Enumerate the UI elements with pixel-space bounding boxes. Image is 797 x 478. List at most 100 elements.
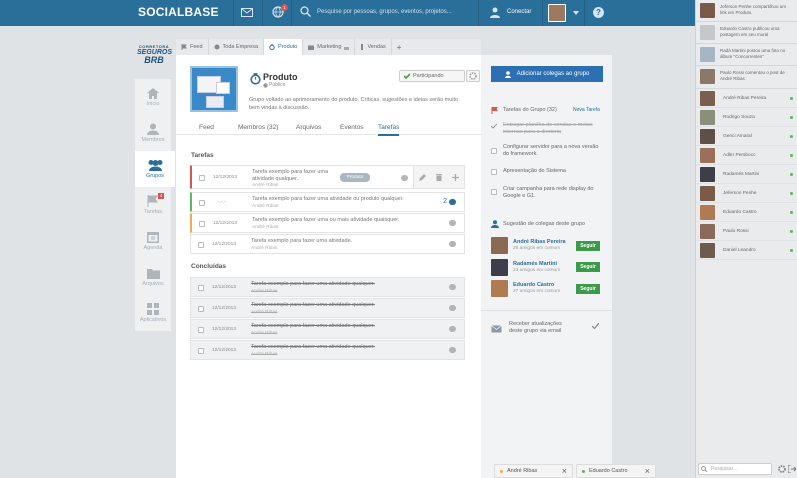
activity-item[interactable]: Jeferson Penhe compartilhou um link em P… bbox=[696, 0, 797, 22]
calendar-icon bbox=[147, 232, 159, 243]
task-checkbox[interactable] bbox=[198, 306, 204, 312]
tab-toda-empresa[interactable]: Toda Empresa bbox=[209, 39, 265, 55]
plus-icon[interactable] bbox=[452, 173, 459, 181]
chevron-down-icon[interactable] bbox=[573, 11, 579, 15]
group-task-item[interactable]: Entregar planilha de vendas e metas inte… bbox=[503, 122, 603, 136]
participating-button[interactable]: Participando bbox=[399, 70, 465, 82]
comment-icon[interactable] bbox=[449, 284, 456, 290]
tab-marketing[interactable]: Marketing bbox=[303, 39, 356, 55]
group-task-item[interactable]: Criar campanha para rede display do Goog… bbox=[503, 186, 603, 200]
left-nav: Início Membros Grupos 4 Tarefas Agenda A… bbox=[135, 79, 175, 331]
follow-button[interactable]: Seguir bbox=[576, 241, 600, 251]
task-checkbox[interactable] bbox=[198, 348, 204, 354]
group-task-item[interactable]: Apresentação do Sistema bbox=[503, 168, 603, 175]
subtab-tarefas[interactable]: Tarefas bbox=[378, 124, 400, 136]
task-checkbox[interactable] bbox=[199, 200, 205, 206]
friend-item[interactable]: Radamés Martini bbox=[696, 165, 797, 184]
friend-item[interactable]: Gerici Amaral bbox=[696, 127, 797, 146]
task-row[interactable]: -.-.- Tarefa exemplo para fazer uma ativ… bbox=[190, 192, 465, 212]
activity-item[interactable]: Eduardo Castro publicou uma postagem em … bbox=[696, 22, 797, 44]
new-task-link[interactable]: Nova Tarefa bbox=[573, 107, 600, 113]
activity-item[interactable]: Radá Martini postou uma foto no álbum "C… bbox=[696, 44, 797, 66]
done-task-row[interactable]: 12/12/2013 Tarefa exemplo para fazer uma… bbox=[190, 298, 465, 318]
avatar[interactable] bbox=[491, 237, 508, 254]
subtab-feed[interactable]: Feed bbox=[199, 124, 214, 131]
globe-icon bbox=[263, 83, 268, 88]
close-icon[interactable]: × bbox=[645, 466, 650, 476]
chat-tab[interactable]: André Ribas × bbox=[494, 464, 573, 478]
nav-item-inicio[interactable]: Início bbox=[135, 79, 171, 115]
right-panel: Adicionar colegas ao grupo Tarefas do Gr… bbox=[481, 55, 612, 478]
divider bbox=[478, 0, 479, 26]
group-task-item[interactable]: Configurar servidor para a nova versão d… bbox=[503, 144, 603, 158]
friend-item[interactable]: Rodrigo Souza bbox=[696, 108, 797, 127]
task-checkbox[interactable] bbox=[199, 175, 205, 181]
logo[interactable]: SOCIALBASE bbox=[138, 5, 219, 19]
close-icon[interactable]: × bbox=[562, 466, 567, 476]
comment-icon[interactable] bbox=[449, 199, 456, 205]
nav-item-agenda[interactable]: Agenda bbox=[135, 223, 171, 259]
tab-produto[interactable]: Produto bbox=[264, 39, 304, 55]
task-checkbox[interactable] bbox=[491, 169, 497, 175]
connect-button[interactable]: Conectar bbox=[507, 9, 531, 15]
activity-item[interactable]: Paulo Rossi comentou o post de André Rib… bbox=[696, 66, 797, 89]
friend-search-input[interactable]: Pesquisar... bbox=[698, 463, 772, 475]
gear-icon[interactable] bbox=[778, 465, 786, 473]
check-icon[interactable] bbox=[592, 323, 599, 329]
friend-item[interactable]: Jeferson Penhe bbox=[696, 184, 797, 203]
nav-item-aplicativos[interactable]: Aplicativos bbox=[135, 295, 171, 331]
logout-icon[interactable] bbox=[788, 465, 796, 473]
tab-vendas[interactable]: Vendas bbox=[355, 39, 392, 55]
edit-icon[interactable] bbox=[419, 173, 426, 181]
done-task-row[interactable]: 12/12/2013 Tarefa exemplo para fazer uma… bbox=[190, 340, 465, 360]
task-row[interactable]: 12/12/2013 Tarefa exemplo para fazer uma… bbox=[190, 165, 465, 189]
nav-item-tarefas[interactable]: 4 Tarefas bbox=[135, 187, 171, 223]
comment-icon[interactable] bbox=[449, 326, 456, 332]
friend-item[interactable]: Adler Persbocc bbox=[696, 146, 797, 165]
done-task-row[interactable]: 12/12/2013 Tarefa exemplo para fazer uma… bbox=[190, 319, 465, 339]
follow-button[interactable]: Seguir bbox=[576, 284, 600, 294]
search-input[interactable]: Pesquise por pessoas, grupos, eventos, p… bbox=[317, 9, 452, 15]
subtab-eventos[interactable]: Eventos bbox=[340, 124, 364, 131]
task-tag[interactable]: Produto bbox=[340, 173, 370, 182]
task-checkbox[interactable] bbox=[491, 189, 497, 195]
settings-button[interactable] bbox=[466, 70, 480, 82]
mail-icon[interactable] bbox=[241, 8, 253, 17]
done-task-row[interactable]: 12/12/2013 Tarefa exemplo para fazer uma… bbox=[190, 277, 465, 297]
task-checkbox[interactable] bbox=[198, 242, 204, 248]
add-tab-button[interactable]: + bbox=[392, 39, 407, 55]
friend-item[interactable]: André Ribas Pereira bbox=[696, 89, 797, 108]
comment-icon[interactable] bbox=[449, 220, 456, 226]
search-icon[interactable] bbox=[300, 6, 311, 17]
tab-feed[interactable]: Feed bbox=[176, 39, 209, 55]
check-icon[interactable] bbox=[491, 123, 497, 129]
comment-icon[interactable] bbox=[449, 347, 456, 353]
task-checkbox[interactable] bbox=[198, 285, 204, 291]
trash-icon[interactable] bbox=[436, 173, 442, 181]
follow-button[interactable]: Seguir bbox=[576, 262, 600, 272]
grid-icon bbox=[147, 303, 159, 315]
user-avatar[interactable] bbox=[548, 4, 566, 22]
add-person-icon[interactable] bbox=[490, 7, 502, 18]
task-row[interactable]: 12/12/2013 Tarefa exemplo para fazer uma… bbox=[190, 234, 465, 254]
nav-item-grupos[interactable]: Grupos bbox=[135, 151, 175, 187]
add-colleagues-button[interactable]: Adicionar colegas ao grupo bbox=[491, 66, 603, 82]
task-checkbox[interactable] bbox=[491, 148, 497, 154]
avatar[interactable] bbox=[491, 280, 508, 297]
friend-item[interactable]: Daniel Leandro bbox=[696, 241, 797, 260]
nav-item-membros[interactable]: Membros bbox=[135, 115, 171, 151]
task-checkbox[interactable] bbox=[199, 221, 205, 227]
comment-icon[interactable] bbox=[401, 175, 408, 181]
comment-icon[interactable] bbox=[449, 305, 456, 311]
help-icon[interactable]: ? bbox=[593, 7, 604, 18]
chat-tab[interactable]: Eduardo Castro × bbox=[576, 464, 656, 478]
comment-icon[interactable] bbox=[449, 241, 456, 247]
subtab-membros[interactable]: Membros (32) bbox=[238, 124, 278, 131]
friend-item[interactable]: Paulo Rossi bbox=[696, 222, 797, 241]
nav-item-arquivos[interactable]: Arquivos bbox=[135, 259, 171, 295]
avatar[interactable] bbox=[491, 259, 508, 276]
task-checkbox[interactable] bbox=[198, 327, 204, 333]
task-row[interactable]: 12/12/2013 Tarefa exemplo para fazer uma… bbox=[190, 213, 465, 233]
friend-item[interactable]: Eduardo Castro bbox=[696, 203, 797, 222]
subtab-arquivos[interactable]: Arquivos bbox=[296, 124, 321, 131]
